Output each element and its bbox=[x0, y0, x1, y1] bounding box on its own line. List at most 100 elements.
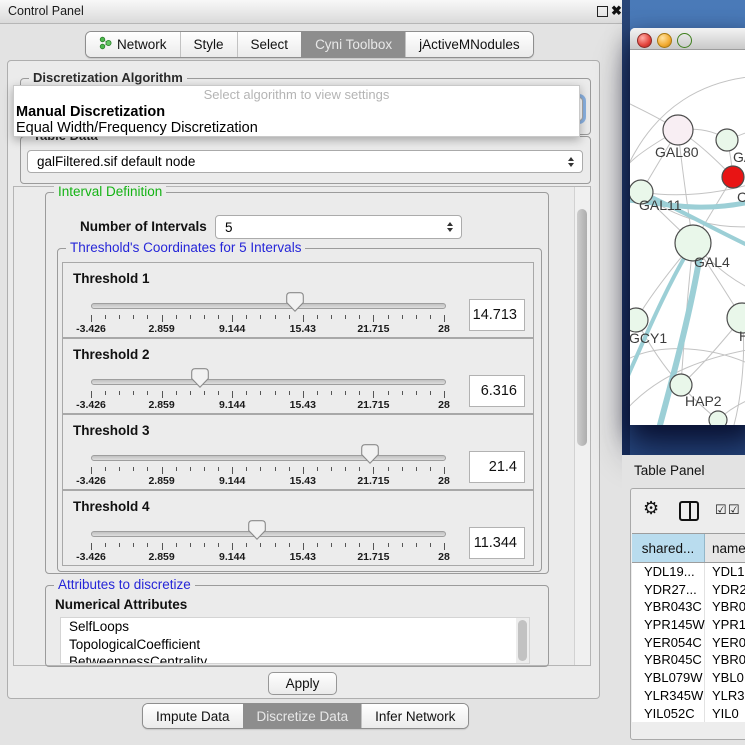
slider-track[interactable] bbox=[91, 379, 446, 385]
graph-node-label: GAL4 bbox=[694, 254, 730, 270]
tab-style[interactable]: Style bbox=[180, 32, 237, 57]
tab-label: Cyni Toolbox bbox=[315, 37, 392, 52]
num-intervals-combobox[interactable]: 5 bbox=[215, 215, 462, 239]
threshold-panel: Threshold 4 -3.4262.8599.14415.4321.71528… bbox=[62, 490, 534, 566]
algorithm-dropdown-popup: Select algorithm to view settings Manual… bbox=[13, 85, 580, 137]
tab-label: Select bbox=[251, 37, 289, 52]
threshold-label: Threshold 4 bbox=[73, 499, 150, 514]
list-scrollbar-thumb[interactable] bbox=[518, 620, 527, 661]
attributes-listbox[interactable]: SelfLoopsTopologicalCoefficientBetweenne… bbox=[60, 617, 530, 664]
tab-select[interactable]: Select bbox=[237, 32, 302, 57]
network-graph[interactable]: GAL80GACGAL11GAL4GCY1HHAP2 bbox=[630, 50, 745, 425]
network-view[interactable]: GAL80GACGAL11GAL4GCY1HHAP2 bbox=[622, 0, 745, 455]
table-cell: YBR043C bbox=[632, 598, 705, 616]
slider-track[interactable] bbox=[91, 531, 446, 537]
slider-thumb[interactable] bbox=[286, 292, 304, 312]
graph-node[interactable] bbox=[709, 411, 727, 425]
table-cell: YER0 bbox=[705, 634, 745, 652]
table-cell: YLR345W bbox=[632, 687, 705, 705]
threshold-panel: Threshold 1-3.4262.8599.14415.4321.71528… bbox=[62, 262, 534, 338]
slider-thumb[interactable] bbox=[191, 368, 209, 388]
slider-track[interactable] bbox=[91, 303, 446, 309]
list-scrollbar[interactable] bbox=[516, 618, 529, 663]
gear-icon[interactable]: ⚙ bbox=[643, 499, 659, 517]
columns-icon[interactable] bbox=[679, 501, 699, 521]
graph-node-label: GAL11 bbox=[639, 197, 682, 213]
table-row[interactable]: YPR145WYPR1 bbox=[632, 616, 745, 634]
combo-arrows-icon bbox=[447, 222, 453, 232]
table-row[interactable]: YLR345WYLR3 bbox=[632, 687, 745, 705]
table-row[interactable]: YBR043CYBR0 bbox=[632, 598, 745, 616]
dropdown-prompt: Select algorithm to view settings bbox=[14, 86, 579, 104]
control-panel-titlebar: Control Panel ✖ bbox=[0, 0, 622, 24]
app-root: Control Panel ✖ NetworkStyle Select Cyni T… bbox=[0, 0, 745, 745]
graph-node[interactable] bbox=[630, 308, 648, 332]
slider-track[interactable] bbox=[91, 455, 446, 461]
table-row[interactable]: YER054CYER0 bbox=[632, 634, 745, 652]
tab-network[interactable]: Network bbox=[86, 32, 180, 57]
network-window: GAL80GACGAL11GAL4GCY1HHAP2 bbox=[630, 28, 745, 425]
checkbox-icon[interactable]: ☑ bbox=[728, 502, 740, 518]
network-view-left-edge bbox=[622, 0, 630, 455]
table-row[interactable]: YDL19...YDL1 bbox=[632, 563, 745, 581]
slider-thumb[interactable] bbox=[248, 520, 266, 540]
tab-jactivemnodules[interactable]: jActiveMNodules bbox=[405, 32, 533, 57]
tab-impute-data[interactable]: Impute Data bbox=[143, 704, 243, 728]
vertical-scrollbar[interactable] bbox=[574, 187, 590, 665]
threshold-value-field[interactable]: 14.713 bbox=[469, 299, 525, 331]
table-data-combobox[interactable]: galFiltered.sif default node bbox=[27, 150, 583, 173]
bottom-tab-bar: Impute Data Discretize Data Infer Network bbox=[142, 703, 469, 729]
dropdown-items: Manual DiscretizationEqual Width/Frequen… bbox=[14, 104, 579, 136]
vertical-scrollbar-thumb[interactable] bbox=[577, 209, 587, 446]
tab-infer-network[interactable]: Infer Network bbox=[361, 704, 468, 728]
checkbox-icon[interactable]: ☑ bbox=[715, 502, 727, 518]
graph-node[interactable] bbox=[663, 115, 693, 145]
graph-node-label: GA bbox=[733, 149, 745, 165]
graph-node-label: GCY1 bbox=[630, 330, 667, 346]
slider-ticks bbox=[91, 391, 444, 399]
dropdown-item[interactable]: Equal Width/Frequency Discretization bbox=[14, 120, 579, 136]
attribute-list-item[interactable]: SelfLoops bbox=[61, 618, 529, 636]
graph-node[interactable] bbox=[716, 129, 738, 151]
tab-discretize-data[interactable]: Discretize Data bbox=[243, 704, 362, 728]
tab-cyni-toolbox[interactable]: Cyni Toolbox bbox=[301, 32, 405, 57]
table-header-shared-name[interactable]: shared... bbox=[632, 534, 705, 562]
threshold-value-field[interactable]: 6.316 bbox=[469, 375, 525, 407]
graph-node[interactable] bbox=[722, 166, 744, 188]
graph-node-label: H bbox=[739, 328, 745, 344]
interval-definition-title: Interval Definition bbox=[54, 184, 166, 199]
table-row[interactable]: YIL052CYIL0 bbox=[632, 705, 745, 723]
close-icon[interactable]: ✖ bbox=[611, 3, 622, 19]
table-panel: Table Panel ⚙ ☑ ☑ shared... name YDL19..… bbox=[622, 455, 745, 745]
table-cell: YBL079W bbox=[632, 669, 705, 687]
apply-button[interactable]: Apply bbox=[268, 672, 337, 695]
table-cell: YLR3 bbox=[705, 687, 745, 705]
panel-title: Control Panel bbox=[8, 4, 84, 18]
slider-tick-labels: -3.4262.8599.14415.4321.71528 bbox=[91, 475, 444, 487]
table-row[interactable]: YDR27...YDR2 bbox=[632, 581, 745, 599]
minimize-traffic-light-icon[interactable] bbox=[657, 33, 672, 48]
table-cell: YBR0 bbox=[705, 598, 745, 616]
zoom-traffic-light-icon[interactable] bbox=[677, 33, 692, 48]
table-cell: YPR1 bbox=[705, 616, 745, 634]
tab-label: Discretize Data bbox=[257, 709, 349, 724]
slider-ticks bbox=[91, 467, 444, 475]
graph-nodes[interactable] bbox=[630, 115, 745, 425]
slider-tick-labels: -3.4262.8599.14415.4321.71528 bbox=[91, 551, 444, 563]
table-cell: YIL052C bbox=[632, 705, 705, 723]
dropdown-item[interactable]: Manual Discretization bbox=[14, 104, 579, 120]
float-window-icon[interactable] bbox=[597, 6, 608, 17]
slider-thumb[interactable] bbox=[361, 444, 379, 464]
threshold-value-field[interactable]: 21.4 bbox=[469, 451, 525, 483]
table-row[interactable]: YBR045CYBR0 bbox=[632, 651, 745, 669]
threshold-value-field[interactable]: 11.344 bbox=[469, 527, 525, 559]
attribute-list-item[interactable]: TopologicalCoefficient bbox=[61, 636, 529, 654]
slider-tick-labels: -3.4262.8599.14415.4321.71528 bbox=[91, 323, 444, 335]
close-traffic-light-icon[interactable] bbox=[637, 33, 652, 48]
attribute-list-item[interactable]: BetweennessCentrality bbox=[61, 653, 529, 664]
table-cell: YDR27... bbox=[632, 581, 705, 599]
table-header-name[interactable]: name bbox=[705, 534, 745, 562]
graph-node-label: C bbox=[737, 189, 745, 205]
table-row[interactable]: YBL079WYBL0 bbox=[632, 669, 745, 687]
algorithm-group-title: Discretization Algorithm bbox=[29, 70, 187, 85]
